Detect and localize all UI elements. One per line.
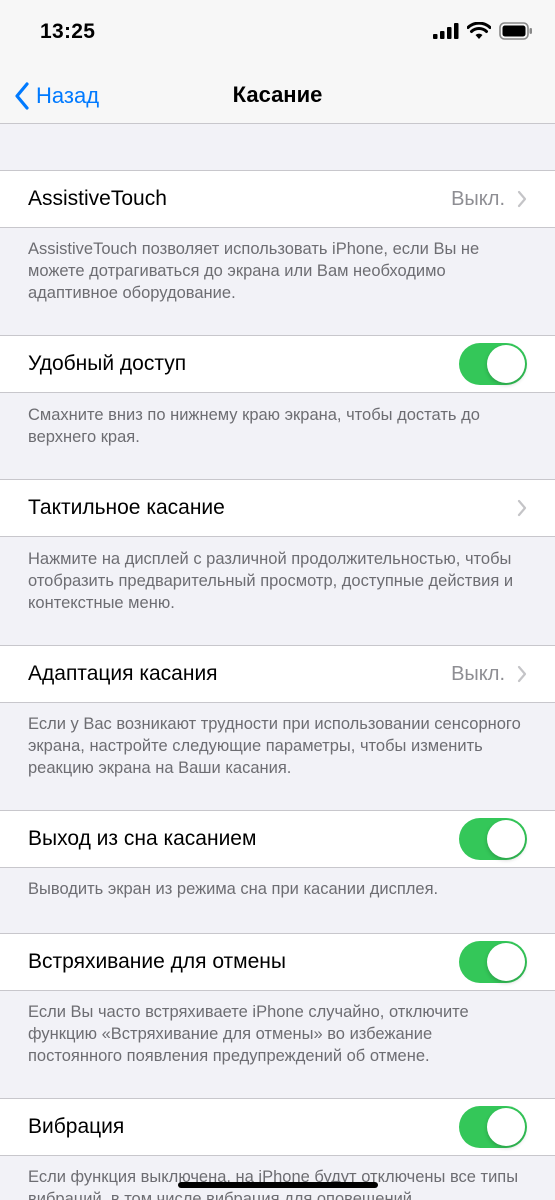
- navigation-bar: Назад Касание: [0, 68, 555, 124]
- shake-to-undo-toggle[interactable]: [459, 941, 527, 983]
- footer-touch-accommodations: Если у Вас возникают трудности при испол…: [28, 715, 521, 777]
- page-title: Касание: [232, 82, 323, 107]
- row-label: Адаптация касания: [28, 662, 218, 685]
- row-label: AssistiveTouch: [28, 187, 167, 210]
- toggle-knob: [487, 943, 525, 981]
- wifi-icon: [467, 22, 491, 39]
- toggle-knob: [487, 820, 525, 858]
- row-value: Выкл.: [451, 187, 505, 210]
- row-assistivetouch[interactable]: AssistiveTouch Выкл.: [0, 170, 555, 228]
- vibration-toggle[interactable]: [459, 1106, 527, 1148]
- chevron-right-icon: [517, 499, 527, 517]
- row-label: Удобный доступ: [28, 352, 187, 375]
- toggle-knob: [487, 345, 525, 383]
- cellular-signal-icon: [433, 23, 459, 39]
- footer-reachability: Смахните вниз по нижнему краю экрана, чт…: [28, 406, 480, 446]
- row-label: Тактильное касание: [28, 496, 225, 519]
- tap-to-wake-toggle[interactable]: [459, 818, 527, 860]
- chevron-right-icon: [517, 665, 527, 683]
- row-value: Выкл.: [451, 662, 505, 685]
- footer-assistivetouch: AssistiveTouch позволяет использовать iP…: [28, 240, 480, 302]
- row-label: Встряхивание для отмены: [28, 950, 286, 973]
- footer-haptic-touch: Нажмите на дисплей с различной продолжит…: [28, 550, 514, 612]
- home-indicator[interactable]: [178, 1182, 378, 1188]
- reachability-toggle[interactable]: [459, 343, 527, 385]
- footer-shake-to-undo: Если Вы часто встряхиваете iPhone случай…: [28, 1003, 469, 1065]
- status-time: 13:25: [40, 20, 96, 43]
- status-bar: 13:25: [0, 0, 555, 68]
- chevron-right-icon: [517, 190, 527, 208]
- footer-tap-to-wake: Выводить экран из режима сна при касании…: [28, 880, 439, 898]
- status-icons: [433, 22, 533, 40]
- row-label: Вибрация: [28, 1115, 125, 1138]
- row-haptic-touch[interactable]: Тактильное касание: [0, 479, 555, 537]
- battery-icon: [499, 22, 532, 40]
- row-reachability: Удобный доступ: [0, 335, 555, 393]
- row-shake-to-undo: Встряхивание для отмены: [0, 933, 555, 991]
- row-tap-to-wake: Выход из сна касанием: [0, 810, 555, 868]
- row-label: Выход из сна касанием: [28, 827, 257, 850]
- row-touch-accommodations[interactable]: Адаптация касания Выкл.: [0, 645, 555, 703]
- row-vibration: Вибрация: [0, 1098, 555, 1156]
- toggle-knob: [487, 1108, 525, 1146]
